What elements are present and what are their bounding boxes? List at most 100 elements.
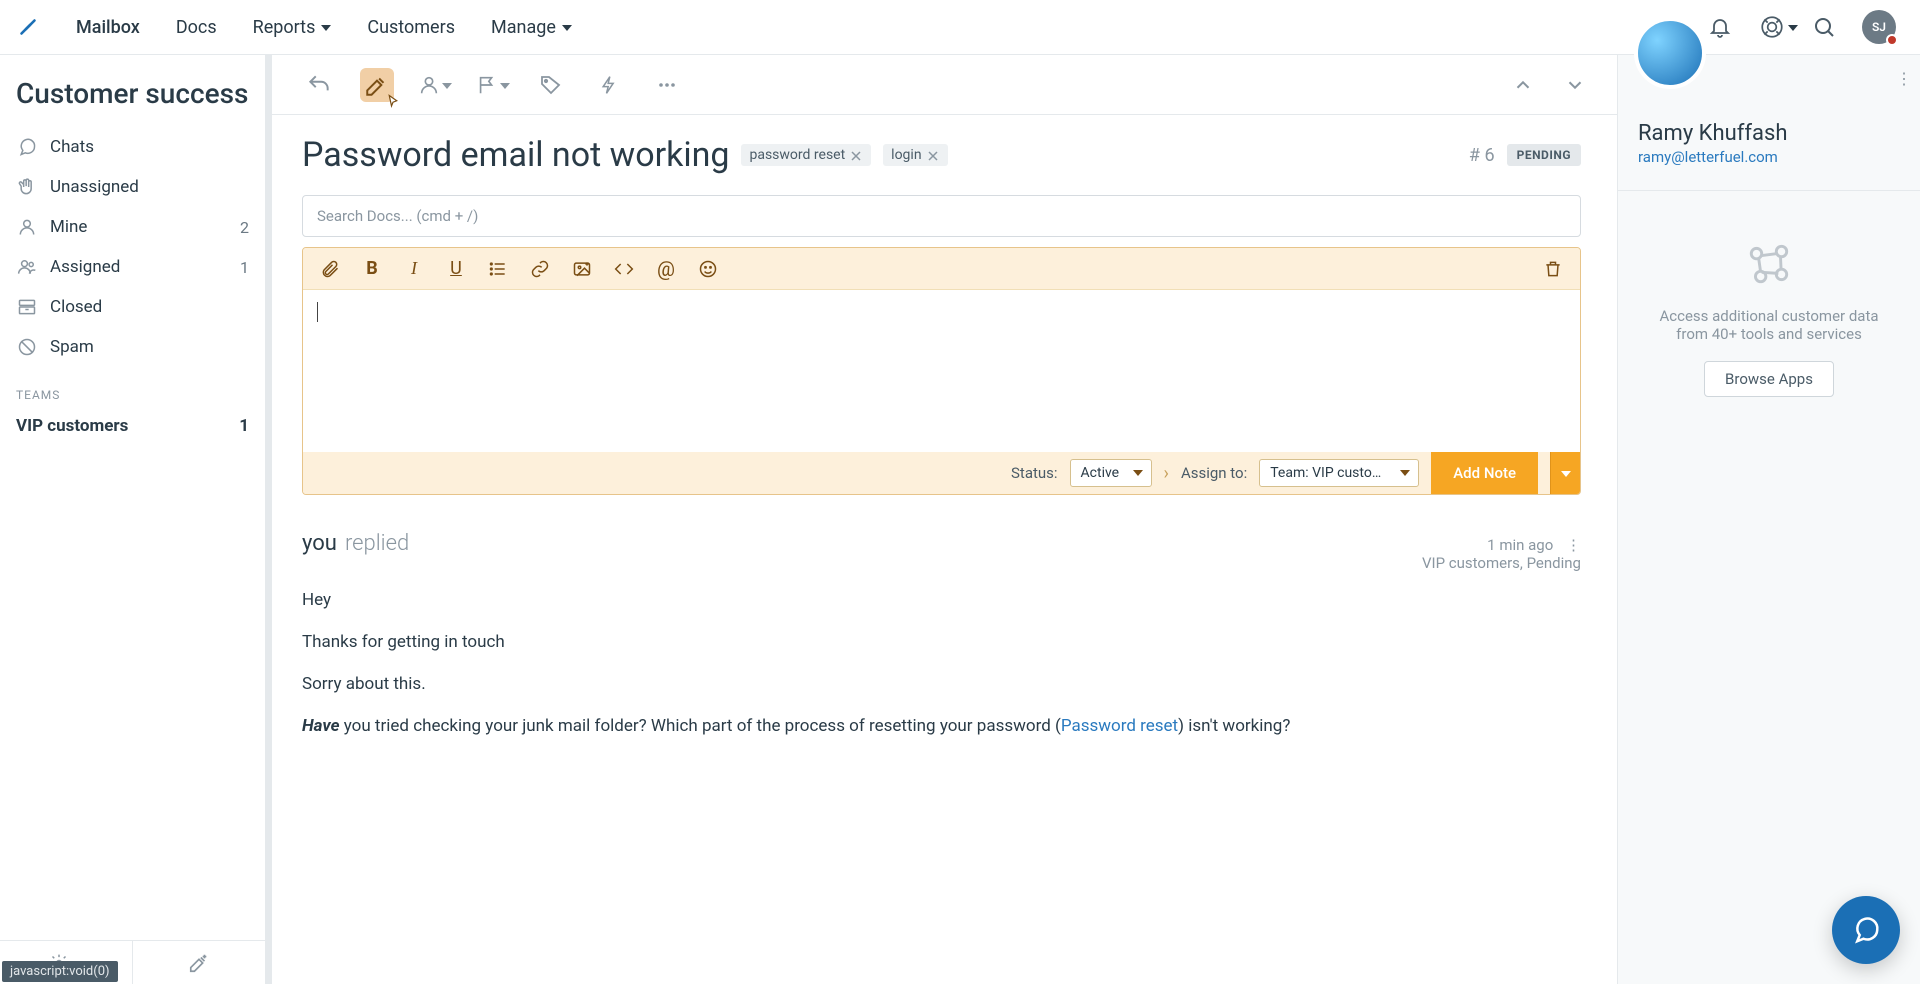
chevron-down-icon <box>442 83 452 89</box>
notifications-button[interactable] <box>1706 13 1734 41</box>
remove-tag-button[interactable] <box>928 149 940 161</box>
rte-emoji-button[interactable] <box>697 258 719 280</box>
chat-bubble-icon <box>1851 915 1881 945</box>
hand-icon <box>16 176 38 198</box>
conversation-header-right: # 6 PENDING <box>1469 144 1581 166</box>
nav-manage[interactable]: Manage <box>475 9 588 46</box>
paperclip-icon <box>320 259 340 279</box>
sidebar-item-label: Assigned <box>50 257 120 277</box>
rte-attachment-button[interactable] <box>319 258 341 280</box>
rte-textarea[interactable] <box>303 290 1580 452</box>
search-button[interactable] <box>1810 13 1838 41</box>
sidebar-item-chats[interactable]: Chats <box>4 128 261 166</box>
sidebar-item-assigned[interactable]: Assigned 1 <box>4 248 261 286</box>
conversation-status-badge: PENDING <box>1507 144 1581 166</box>
rte-bold-button[interactable]: B <box>361 258 383 280</box>
trash-icon <box>1543 259 1563 279</box>
sidebar-item-label: Spam <box>50 337 94 357</box>
reply-icon <box>306 72 332 98</box>
remove-tag-button[interactable] <box>851 149 863 161</box>
teams-section-label: TEAMS <box>0 366 265 408</box>
chevron-up-icon <box>1512 74 1534 96</box>
browse-apps-button[interactable]: Browse Apps <box>1704 361 1834 397</box>
prev-conversation-button[interactable] <box>1509 71 1537 99</box>
flag-icon <box>476 74 498 96</box>
close-icon <box>851 151 861 161</box>
chevron-down-icon <box>500 83 510 89</box>
rte-mention-button[interactable]: @ <box>655 258 677 280</box>
customer-more-button[interactable]: ⋮ <box>1896 69 1906 91</box>
bell-icon <box>1708 15 1732 39</box>
next-conversation-button[interactable] <box>1561 71 1589 99</box>
add-note-submit[interactable]: Add Note <box>1431 452 1538 494</box>
beacon-fab[interactable] <box>1832 896 1900 964</box>
customer-avatar[interactable] <box>1634 17 1706 89</box>
message-more-button[interactable]: ⋮ <box>1565 536 1581 554</box>
compose-icon <box>188 952 210 974</box>
nav-docs[interactable]: Docs <box>160 9 233 46</box>
sidebar-item-label: Closed <box>50 297 102 317</box>
message-meta: 1 min ago ⋮ VIP customers, Pending <box>1422 536 1581 572</box>
status-select[interactable]: Active <box>1070 459 1152 487</box>
docs-search-input[interactable]: Search Docs... (cmd + /) <box>302 195 1581 237</box>
set-status-button[interactable] <box>476 68 510 102</box>
customer-email[interactable]: ramy@letterfuel.com <box>1638 148 1900 166</box>
rte-link-button[interactable] <box>529 258 551 280</box>
help-button[interactable] <box>1758 13 1786 41</box>
workflow-button[interactable] <box>592 68 626 102</box>
rte-code-button[interactable] <box>613 258 635 280</box>
rte-toolbar: B I U @ <box>303 248 1580 290</box>
rte-italic-button[interactable]: I <box>403 258 425 280</box>
chevron-down-icon <box>1561 471 1571 477</box>
message-timestamp: 1 min ago <box>1487 536 1553 554</box>
chevron-down-icon <box>1788 25 1798 31</box>
mailbox-name: Customer success <box>0 55 265 128</box>
avatar-initials: SJ <box>1872 20 1886 34</box>
sidebar-item-count: 1 <box>239 416 249 436</box>
nav-mailbox[interactable]: Mailbox <box>60 9 156 46</box>
sidebar-item-spam[interactable]: Spam <box>4 328 261 366</box>
more-actions-button[interactable] <box>650 68 684 102</box>
assign-select[interactable]: Team: VIP customers <box>1259 459 1419 487</box>
tag-login[interactable]: login <box>883 144 947 166</box>
arrow-right-icon: › <box>1164 463 1169 484</box>
sidebar-item-count: 1 <box>240 258 249 277</box>
tag-button[interactable] <box>534 68 568 102</box>
sidebar-item-label: VIP customers <box>16 416 128 436</box>
users-icon <box>16 256 38 278</box>
user-avatar[interactable]: SJ <box>1862 10 1896 44</box>
select-value: Active <box>1081 465 1120 481</box>
reply-button[interactable] <box>302 68 336 102</box>
conversation-pane: Password email not working password rese… <box>266 55 1618 984</box>
sidebar-item-unassigned[interactable]: Unassigned <box>4 168 261 206</box>
add-note-button[interactable] <box>360 68 394 102</box>
chevron-down-icon <box>1564 74 1586 96</box>
rte-list-button[interactable] <box>487 258 509 280</box>
tag-label: password reset <box>749 147 845 163</box>
nav-customers[interactable]: Customers <box>351 9 471 46</box>
nav-reports[interactable]: Reports <box>237 9 348 46</box>
tag-password-reset[interactable]: password reset <box>741 144 871 166</box>
app-logo[interactable] <box>8 7 48 47</box>
conversation-header: Password email not working password rese… <box>266 115 1617 187</box>
new-conversation-button[interactable] <box>132 941 265 984</box>
message-author: you <box>302 531 337 556</box>
list-icon <box>488 259 508 279</box>
cursor-pointer-icon <box>384 94 402 112</box>
text-cursor <box>317 302 318 322</box>
message-line: Have you tried checking your junk mail f… <box>302 716 1581 736</box>
emoji-icon <box>698 259 718 279</box>
rte: B I U @ Status: Active › <box>302 247 1581 495</box>
conversation-toolbar <box>266 55 1617 115</box>
rte-underline-button[interactable]: U <box>445 258 467 280</box>
apps-blurb: Access additional customer data from 40+… <box>1642 307 1896 343</box>
sidebar-item-closed[interactable]: Closed <box>4 288 261 326</box>
password-reset-link[interactable]: Password reset <box>1061 716 1178 736</box>
sidebar-item-mine[interactable]: Mine 2 <box>4 208 261 246</box>
add-note-options[interactable] <box>1550 452 1580 494</box>
rte-image-button[interactable] <box>571 258 593 280</box>
rte-discard-button[interactable] <box>1542 258 1564 280</box>
sidebar-team-vip[interactable]: VIP customers 1 <box>0 408 265 444</box>
assign-button[interactable] <box>418 68 452 102</box>
customer-name: Ramy Khuffash <box>1638 121 1900 146</box>
